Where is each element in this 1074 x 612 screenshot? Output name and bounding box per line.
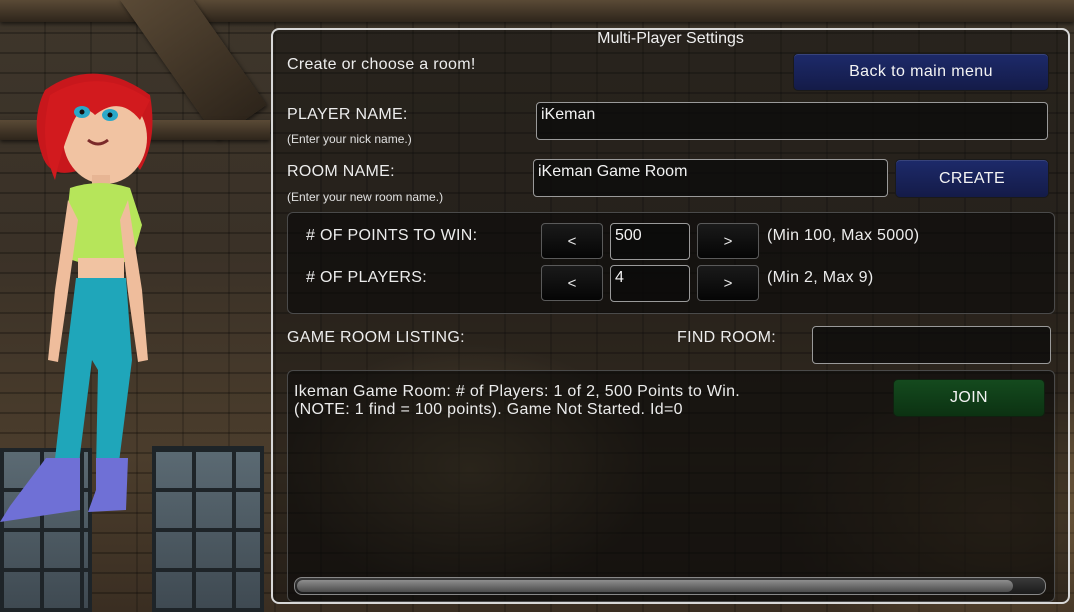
points-to-win-field[interactable]: 500 (610, 223, 690, 260)
players-count-field[interactable]: 4 (610, 265, 690, 302)
horizontal-scrollbar[interactable] (294, 577, 1046, 595)
find-room-input[interactable] (812, 326, 1051, 364)
player-name-input[interactable]: iKeman (536, 102, 1048, 140)
character-avatar (0, 73, 153, 522)
intro-text: Create or choose a room! (287, 56, 476, 73)
room-name-hint: (Enter your new room name.) (287, 190, 444, 204)
players-increase-button[interactable]: > (697, 265, 759, 301)
players-count-label: # OF PLAYERS: (306, 269, 427, 286)
points-increase-button[interactable]: > (697, 223, 759, 259)
game-room-listing-label: GAME ROOM LISTING: (287, 329, 465, 346)
room-name-input[interactable]: iKeman Game Room (533, 159, 888, 197)
game-settings-box: # OF POINTS TO WIN: < 500 > (Min 100, Ma… (287, 212, 1055, 314)
room-name-label: ROOM NAME: (287, 163, 395, 180)
points-decrease-button[interactable]: < (541, 223, 603, 259)
room-listing-line-1: Ikeman Game Room: # of Players: 1 of 2, … (294, 383, 741, 400)
panel-title: Multi-Player Settings (597, 30, 744, 47)
points-range-text: (Min 100, Max 5000) (767, 227, 920, 244)
players-range-text: (Min 2, Max 9) (767, 269, 874, 286)
join-room-button[interactable]: JOIN (893, 379, 1045, 417)
find-room-label: FIND ROOM: (677, 329, 776, 346)
points-to-win-label: # OF POINTS TO WIN: (306, 227, 478, 244)
player-name-hint: (Enter your nick name.) (287, 132, 412, 146)
multiplayer-settings-panel: Multi-Player Settings Create or choose a… (271, 28, 1070, 604)
scrollbar-thumb[interactable] (297, 580, 1013, 592)
game-room-list: Ikeman Game Room: # of Players: 1 of 2, … (287, 370, 1055, 602)
create-room-button[interactable]: CREATE (895, 159, 1049, 198)
player-name-label: PLAYER NAME: (287, 106, 408, 123)
players-decrease-button[interactable]: < (541, 265, 603, 301)
room-listing-line-2: (NOTE: 1 find = 100 points). Game Not St… (294, 401, 683, 418)
back-to-main-menu-button[interactable]: Back to main menu (793, 53, 1049, 91)
